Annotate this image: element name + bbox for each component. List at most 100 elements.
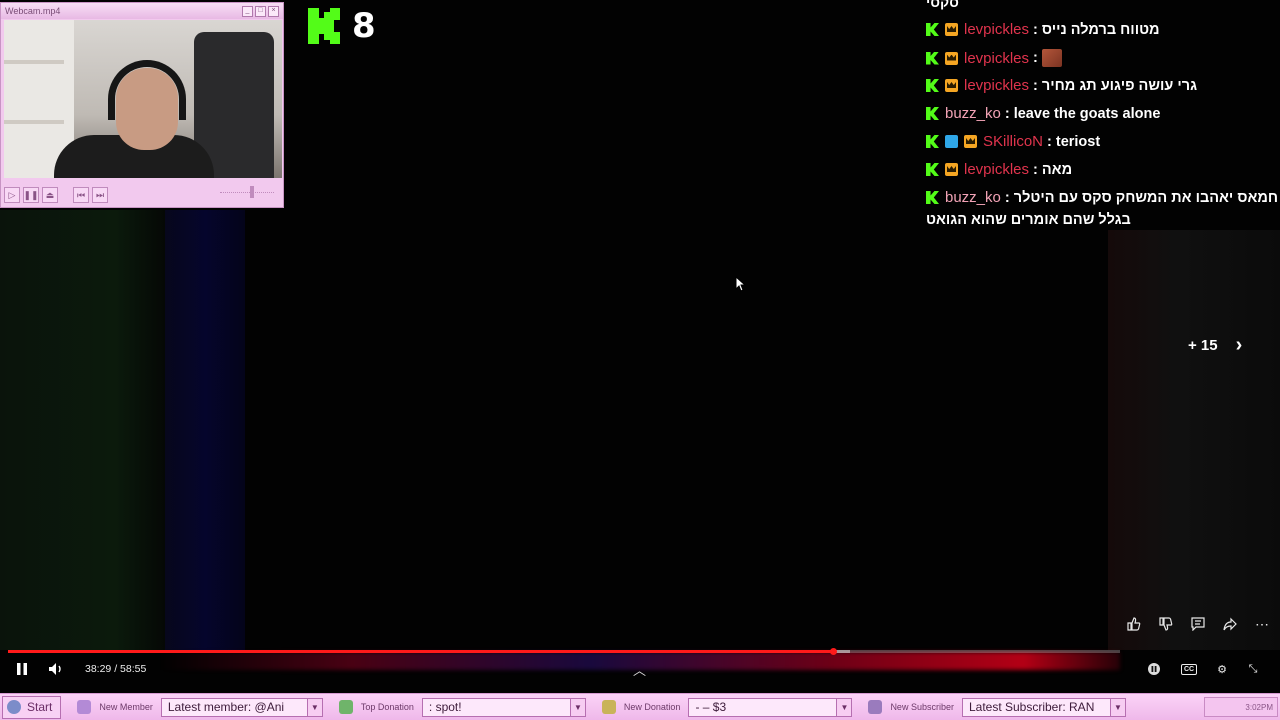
chat-username[interactable]: levpickles [964,77,1029,94]
tray-clock: 3:02PM [1245,702,1273,712]
crown-icon [945,51,958,65]
chat-text: leave the goats alone [1013,105,1161,122]
member-icon [77,700,92,714]
volume-icon [49,663,61,675]
new-subscriber-label: New Subscriber [890,702,954,712]
kick-icon [926,107,939,120]
start-icon [7,700,21,714]
new-member-box[interactable]: Latest member: @Ani ▼ [160,697,323,717]
viewer-count: 8 [352,6,376,46]
chat-text: בגלל שהם אומרים שהוא הגואט [926,212,1131,228]
chevron-right-icon: › [1235,334,1243,356]
new-subscriber-box[interactable]: Latest Subscriber: RAN ▼ [961,697,1126,717]
webcam-title: Webcam.mp4 [5,6,61,16]
progress-fill [8,650,834,653]
kick-icon [926,51,939,65]
like-icon[interactable] [1118,615,1150,633]
miniplayer-icon[interactable] [1146,660,1162,678]
kick-logo-icon [308,8,340,44]
crown-icon [945,23,958,36]
top-donation-value: : spot! [428,700,462,714]
new-donation-widget: New Donation - – $3 ▼ [601,697,853,717]
minimize-icon[interactable]: _ [242,5,253,17]
top-donation-widget: Top Donation : spot! ▼ [338,697,586,717]
top-donation-label: Top Donation [360,702,414,712]
chat-username[interactable]: levpickles [964,50,1029,67]
slider-knob[interactable] [250,185,254,198]
blue-badge-icon [945,135,958,148]
chat-message: buzz_ko : leave the goats alone [926,105,1160,122]
chevron-down-icon[interactable]: ▼ [1109,698,1125,716]
new-subscriber-widget: New Subscriber Latest Subscriber: RAN ▼ [868,697,1126,717]
chat-username[interactable]: buzz_ko [945,105,1001,122]
system-tray: 3:02PM [1204,697,1278,717]
kick-icon [926,163,939,176]
new-member-label: New Member [99,702,153,712]
new-donation-value: - – $3 [695,700,727,714]
top-donation-box[interactable]: : spot! ▼ [421,697,586,717]
time-display: 38:29 / 58:55 [85,663,147,675]
kick-viewer-counter: 8 [308,8,376,44]
chat-text: teriost [1055,133,1101,150]
chat-username[interactable]: levpickles [964,161,1029,178]
chat-message: levpickles : מטווח ברמלה נייס [926,21,1160,38]
chevron-down-icon[interactable]: ▼ [306,698,322,716]
exit-fullscreen-icon[interactable]: ⤡ [1244,660,1262,678]
previous-icon[interactable]: ⏮ [73,187,89,203]
chat-text: גרי עושה פיגוע תג מחיר [1041,77,1198,94]
new-member-value: Latest member: @Ani [167,700,285,714]
chat-text: מטווח ברמלה נייס [1041,21,1160,38]
share-icon[interactable] [1214,615,1246,633]
chevron-down-icon[interactable]: ▼ [836,698,852,716]
subscriber-icon [868,700,883,714]
new-donation-box[interactable]: - – $3 ▼ [688,697,853,717]
captions-button[interactable]: CC [1180,660,1198,678]
webcam-video [4,20,282,178]
chat-message: SKillicoN : teriost [926,133,1100,150]
crown-icon [964,135,977,148]
chevron-down-icon[interactable]: ▼ [569,698,585,716]
play-icon[interactable]: ▷ [4,187,20,203]
kick-icon [926,23,939,36]
chat-message-fragment: סקסי [926,0,959,10]
close-icon[interactable]: × [268,5,279,17]
crown-icon [945,79,958,92]
maximize-icon[interactable]: □ [255,5,266,17]
next-icon[interactable]: ⏭ [92,187,108,203]
chat-username[interactable]: levpickles [964,21,1029,38]
headset-icon [108,60,186,120]
start-label: Start [27,700,53,714]
settings-icon[interactable]: ⚙ [1212,660,1232,678]
video-background-left [0,210,165,650]
video-background-blue-strip [165,210,245,650]
coins-icon [601,700,616,714]
kick-icon [926,79,939,92]
eject-icon[interactable]: ⏏ [42,187,58,203]
kick-icon [926,135,939,148]
progress-scrubber[interactable] [830,648,838,655]
chat-username[interactable]: buzz_ko [945,189,1001,206]
webcam-titlebar[interactable]: Webcam.mp4 _ □ × [1,3,283,19]
webcam-window[interactable]: Webcam.mp4 _ □ × ▷ ❚❚ ⏏ ⏮ ⏭ [0,2,284,208]
chat-message: levpickles : מאה [926,161,1072,178]
video-progress-bar[interactable] [8,648,1120,655]
new-member-widget: New Member Latest member: @Ani ▼ [77,697,323,717]
comment-icon[interactable] [1182,615,1214,633]
chat-text: מאה [1041,161,1073,178]
start-button[interactable]: Start [2,695,62,719]
chat-username[interactable]: SKillicoN [983,133,1043,150]
pause-button[interactable] [14,660,30,678]
volume-button[interactable] [47,660,65,678]
chevron-up-icon[interactable]: ︿ [633,660,646,679]
captions-icon: CC [1180,663,1198,675]
mouse-cursor-icon [735,276,747,292]
webcam-volume-slider[interactable] [220,185,274,199]
dislike-icon[interactable] [1150,615,1182,633]
video-action-icons: ⋯ [1118,615,1278,633]
chat-message: buzz_ko : חמאס יאהבו את המשחק סקס עם היט… [926,189,1278,206]
skip-forward-button[interactable]: + 15 › [1188,334,1242,357]
more-icon[interactable]: ⋯ [1246,615,1278,633]
pause-icon [17,663,27,675]
pause-icon[interactable]: ❚❚ [23,187,39,203]
chat-message-continuation: בגלל שהם אומרים שהוא הגואט [926,212,1131,228]
